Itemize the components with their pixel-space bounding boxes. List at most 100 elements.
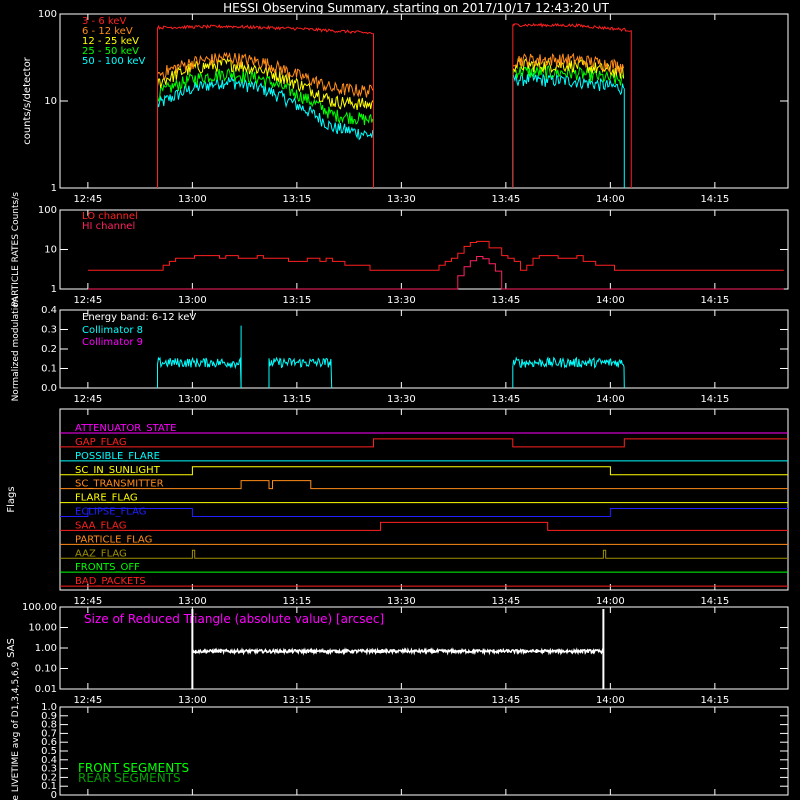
sas-series: [191, 646, 604, 656]
count_rates-ylabel: counts/s/detector: [22, 56, 33, 144]
legend-4: 50 - 100 keV: [82, 56, 146, 67]
count_rates-xtick-label: 13:45: [491, 194, 520, 205]
count_rates-xtick-label: 14:00: [596, 194, 625, 205]
flags-xtick-label: 14:15: [700, 596, 729, 607]
sas-ytick-label: 100.00: [22, 602, 57, 613]
legend-0: 3 - 6 keV: [82, 16, 126, 27]
flag-label-3: SC_IN_SUNLIGHT: [75, 465, 161, 476]
legend-2: 12 - 25 keV: [82, 36, 139, 47]
count_rates-ytick-label: 1: [51, 183, 57, 194]
flag-line-1: [60, 438, 788, 448]
flag-line-9: [60, 549, 788, 559]
modulation-xtick-label: 14:00: [596, 394, 625, 405]
flag-label-11: BAD_PACKETS: [75, 576, 146, 587]
count_rates-frame: [59, 13, 789, 189]
count-rates-series: [157, 22, 632, 188]
modulation-ytick-label: 0.3: [41, 325, 57, 336]
sas-xtick-label: 14:00: [596, 695, 625, 706]
particle-legend-1: HI channel: [82, 221, 135, 232]
flag-label-4: SC_TRANSMITTER: [75, 479, 164, 490]
sas-ytick-label: 10.00: [28, 623, 57, 634]
modulation-legend-1: Collimator 9: [82, 337, 143, 348]
modulation-series-0: [268, 356, 333, 389]
series-4-line: [512, 71, 625, 96]
flags-xtick-label: 13:45: [491, 596, 520, 607]
flags-xtick-label: 13:30: [387, 596, 416, 607]
flags-xtick-label: 13:15: [282, 596, 311, 607]
flag-label-2: POSSIBLE_FLARE: [75, 451, 160, 462]
sas-xtick-label: 13:15: [282, 695, 311, 706]
flags-frame: [59, 408, 789, 591]
sas-xtick-label: 13:30: [387, 695, 416, 706]
flag-label-6: ECLIPSE_FLAG: [75, 507, 146, 518]
flag-line-4: [60, 480, 788, 490]
count_rates-xtick-label: 14:15: [700, 194, 729, 205]
flags-xtick-label: 12:45: [73, 596, 102, 607]
particle_rates-xtick-label: 13:15: [282, 295, 311, 306]
sas-ytick-label: 0.01: [35, 684, 57, 695]
modulation-xtick-label: 13:15: [282, 394, 311, 405]
flag-line-3: [60, 466, 788, 476]
flag-label-7: SAA_FLAG: [75, 520, 126, 531]
particle_rates-ylabel: PARTICLE RATES Counts/s: [11, 192, 21, 307]
monitor-legend-1: REAR SEGMENTS: [78, 771, 181, 785]
flag-label-5: FLARE_FLAG: [75, 493, 138, 504]
flags-xtick-label: 13:00: [178, 596, 207, 607]
modulation-series-0: [157, 356, 242, 389]
flags-ylabel: Flags: [6, 486, 17, 512]
particle_rates-xtick-label: 13:30: [387, 295, 416, 306]
flag-label-10: FRONTS_OFF: [75, 562, 140, 573]
series-0-line: [512, 22, 632, 32]
sas-xtick-label: 13:45: [491, 695, 520, 706]
count_rates-xtick-label: 13:15: [282, 194, 311, 205]
particle_rates-ytick-label: 100: [38, 205, 57, 216]
sas-xtick-label: 13:00: [178, 695, 207, 706]
chart-title: HESSI Observing Summary, starting on 201…: [223, 1, 609, 15]
modulation-ytick-label: 0.0: [41, 383, 57, 394]
flag-label-0: ATTENUATOR_STATE: [75, 423, 176, 434]
modulation-xtick-label: 13:30: [387, 394, 416, 405]
modulation-ytick-label: 0.1: [41, 364, 57, 375]
count_rates-xtick-label: 13:30: [387, 194, 416, 205]
count_rates-ytick-label: 100: [38, 9, 57, 20]
sas-xtick-label: 12:45: [73, 695, 102, 706]
sas-ytick-label: 1.00: [35, 643, 57, 654]
series-0-line: [157, 24, 373, 35]
flag-label-9: AAZ_FLAG: [75, 548, 127, 559]
particle_rates-ytick-label: 10: [44, 245, 57, 256]
modulation-ylabel: Normalized modulation: [11, 297, 21, 402]
monitor_rates-ylabel: Mon. Rate LIVETIME avg of D1,3,4,5,6,9: [11, 661, 21, 800]
flags-xtick-label: 14:00: [596, 596, 625, 607]
modulation-ytick-label: 0.2: [41, 344, 57, 355]
particle_rates-xtick-label: 12:45: [73, 295, 102, 306]
modulation-series-0: [512, 356, 625, 389]
flag-label-1: GAP_FLAG: [75, 437, 127, 448]
series-3-line: [157, 68, 374, 126]
modulation-xtick-label: 12:45: [73, 394, 102, 405]
monitor_rates-ytick-label: 1.0: [41, 702, 57, 713]
modulation-legend-0: Collimator 8: [82, 325, 143, 336]
modulation-xtick-label: 14:15: [700, 394, 729, 405]
count_rates-xtick-label: 12:45: [73, 194, 102, 205]
sas-ylabel: SAS: [6, 638, 17, 658]
particle_rates-xtick-label: 14:15: [700, 295, 729, 306]
sas-annotation: Size of Reduced Triangle (absolute value…: [84, 612, 384, 626]
legend-1: 6 - 12 keV: [82, 26, 133, 37]
modulation-ytick-label: 0.4: [41, 305, 57, 316]
flag-label-8: PARTICLE_FLAG: [75, 534, 152, 545]
modulation-xtick-label: 13:00: [178, 394, 207, 405]
particle_rates-frame: [59, 209, 789, 290]
count_rates-ytick-label: 10: [44, 96, 57, 107]
particle_rates-xtick-label: 13:00: [178, 295, 207, 306]
particle_rates-ytick-label: 1: [51, 284, 57, 295]
sas-xtick-label: 14:15: [700, 695, 729, 706]
modulation-annotation: Energy band: 6-12 keV: [82, 312, 196, 323]
flag-line-6: [60, 508, 788, 517]
particle-series-0: [87, 240, 784, 271]
flag-line-7: [60, 521, 788, 531]
count_rates-xtick-label: 13:00: [178, 194, 207, 205]
modulation-xtick-label: 13:45: [491, 394, 520, 405]
sas-ytick-label: 0.10: [35, 664, 57, 675]
particle_rates-xtick-label: 14:00: [596, 295, 625, 306]
legend-3: 25 - 50 keV: [82, 46, 139, 57]
